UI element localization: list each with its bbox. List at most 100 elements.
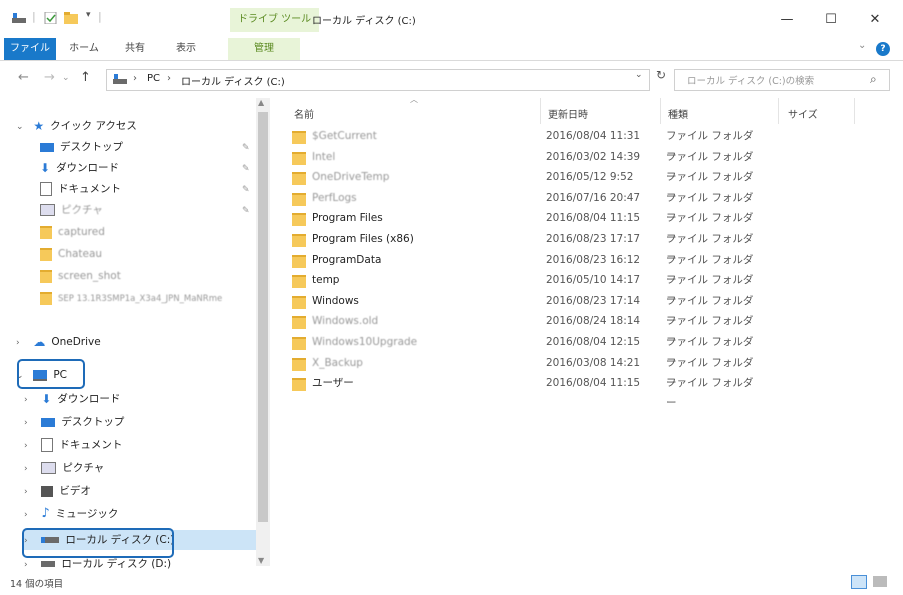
table-row[interactable]: X_Backup 2016/03/08 14:21 ファイル フォルダー <box>282 353 762 389</box>
search-placeholder: ローカル ディスク (C:)の検索 <box>687 76 815 87</box>
column-divider[interactable] <box>854 98 855 124</box>
search-icon[interactable]: ⌕ <box>870 72 877 87</box>
folder-icon <box>292 378 306 392</box>
nav-pc-videos[interactable]: › ビデオ <box>24 481 91 501</box>
column-header-type[interactable]: 種類 <box>668 106 688 121</box>
chevron-right-icon[interactable]: › <box>24 482 34 502</box>
nav-item-folder[interactable]: captured <box>40 222 105 242</box>
chevron-right-icon[interactable]: › <box>24 436 34 456</box>
breadcrumb-drive[interactable]: ローカル ディスク (C:) <box>181 73 285 88</box>
expand-ribbon-icon[interactable]: ⌄ <box>858 40 866 51</box>
details-view-icon[interactable] <box>851 575 867 589</box>
table-row[interactable]: Intel 2016/03/02 14:39 ファイル フォルダー <box>282 147 762 183</box>
minimize-button[interactable]: — <box>772 8 802 32</box>
table-row[interactable]: Windows10Upgrade 2016/08/04 12:15 ファイル フォル… <box>282 332 762 368</box>
scroll-up-icon[interactable]: ▲ <box>258 98 264 107</box>
nav-onedrive[interactable]: › ☁ OneDrive <box>16 332 101 352</box>
tab-file[interactable]: ファイル <box>4 38 56 60</box>
table-row[interactable]: PerfLogs 2016/07/16 20:47 ファイル フォルダー <box>282 188 762 224</box>
folder-icon <box>40 269 52 283</box>
tab-manage[interactable]: 管理 <box>228 38 300 60</box>
scroll-down-icon[interactable]: ▼ <box>258 556 264 565</box>
file-name: $GetCurrent <box>312 130 377 142</box>
video-icon <box>41 485 54 497</box>
chevron-right-icon[interactable]: › <box>24 390 34 410</box>
customize-toolbar-icon[interactable]: ▾ <box>86 10 91 20</box>
document-icon <box>40 182 52 196</box>
nav-pc-music[interactable]: › ♪ ミュージック <box>24 504 118 524</box>
recent-locations-icon[interactable]: ⌄ <box>62 73 70 83</box>
nav-label: captured <box>58 226 105 238</box>
address-dropdown-icon[interactable]: ⌄ <box>635 70 643 80</box>
maximize-button[interactable]: ☐ <box>816 8 846 32</box>
pin-icon[interactable]: ✎ <box>242 143 250 153</box>
file-date: 2016/05/12 9:52 <box>546 171 634 184</box>
column-header-name[interactable]: 名前 <box>294 106 314 121</box>
nav-pc-documents[interactable]: › ドキュメント <box>24 435 122 455</box>
table-row[interactable]: temp 2016/05/10 14:17 ファイル フォルダー <box>282 270 762 306</box>
pin-icon[interactable]: ✎ <box>242 164 250 174</box>
column-header-size[interactable]: サイズ <box>788 106 818 121</box>
nav-scrollbar-thumb[interactable] <box>258 112 268 522</box>
nav-quick-access[interactable]: ⌄ ★ クイック アクセス <box>16 116 137 136</box>
chevron-right-icon[interactable]: › <box>16 333 26 353</box>
tab-home[interactable]: ホーム <box>66 38 102 60</box>
column-header-date[interactable]: 更新日時 <box>548 106 588 121</box>
column-divider[interactable] <box>540 98 541 124</box>
table-row[interactable]: Program Files 2016/08/04 11:15 ファイル フォルダー <box>282 208 762 244</box>
nav-item-folder[interactable]: screen_shot <box>40 266 121 286</box>
tab-share[interactable]: 共有 <box>120 38 150 60</box>
chevron-right-icon[interactable]: › <box>24 459 34 479</box>
table-row[interactable]: Windows.old 2016/08/24 18:14 ファイル フォルダー <box>282 311 762 347</box>
table-row[interactable]: OneDriveTemp 2016/05/12 9:52 ファイル フォルダー <box>282 167 762 203</box>
chevron-right-icon[interactable]: › <box>24 413 34 433</box>
pin-icon[interactable]: ✎ <box>242 206 250 216</box>
nav-label: Chateau <box>58 248 103 260</box>
table-row[interactable]: ユーザー 2016/08/04 11:15 ファイル フォルダー <box>282 373 762 409</box>
nav-pc-downloads[interactable]: › ⬇ ダウンロード <box>24 389 120 409</box>
chevron-down-icon[interactable]: ⌄ <box>16 117 26 137</box>
file-date: 2016/08/24 18:14 <box>546 315 641 328</box>
chevron-right-icon[interactable]: › <box>24 505 34 525</box>
highlight-box-drive-c <box>22 528 174 558</box>
file-name: Windows <box>312 294 359 307</box>
nav-item-documents[interactable]: ドキュメント <box>40 179 121 199</box>
help-icon[interactable]: ? <box>876 42 890 56</box>
properties-icon[interactable] <box>44 12 58 24</box>
nav-pc-pictures[interactable]: › ピクチャ <box>24 458 104 478</box>
back-button[interactable]: ← <box>18 70 29 85</box>
nav-pc-desktop[interactable]: › デスクトップ <box>24 412 124 432</box>
forward-button[interactable]: → <box>44 70 55 85</box>
folder-icon <box>292 254 306 268</box>
nav-item-desktop[interactable]: デスクトップ <box>40 137 123 157</box>
address-bar[interactable]: › PC › ローカル ディスク (C:) <box>106 69 650 91</box>
nav-item-folder[interactable]: Chateau <box>40 244 102 264</box>
table-row[interactable]: Program Files (x86) 2016/08/23 17:17 ファイル … <box>282 229 762 265</box>
table-row[interactable]: $GetCurrent 2016/08/04 11:31 ファイル フォルダー <box>282 126 762 162</box>
large-icons-view-icon[interactable] <box>873 576 887 587</box>
close-button[interactable]: ✕ <box>860 8 890 32</box>
nav-item-folder[interactable]: SEP 13.1R3SMP1a_X3a4_JPN_MaNRme <box>40 288 222 308</box>
title-bar: | ▾ | ドライブ ツール ローカル ディスク (C:) — ☐ ✕ <box>0 0 903 38</box>
highlight-box-pc <box>17 359 85 389</box>
nav-item-pictures[interactable]: ピクチャ <box>40 200 103 220</box>
breadcrumb-pc[interactable]: PC <box>147 73 160 84</box>
breadcrumb-separator[interactable]: › <box>133 73 137 84</box>
breadcrumb-separator[interactable]: › <box>167 73 171 84</box>
column-divider[interactable] <box>778 98 779 124</box>
file-date: 2016/08/04 11:31 <box>546 130 641 142</box>
tab-view[interactable]: 表示 <box>168 38 204 60</box>
toolbar-divider: | <box>98 10 102 23</box>
nav-item-downloads[interactable]: ⬇ ダウンロード <box>40 158 119 178</box>
file-name: ユーザー <box>312 377 354 390</box>
table-row[interactable]: Windows 2016/08/23 17:14 ファイル フォルダー <box>282 291 762 327</box>
search-input[interactable]: ローカル ディスク (C:)の検索 ⌕ <box>674 69 890 91</box>
pin-icon[interactable]: ✎ <box>242 185 250 195</box>
up-button[interactable]: ↑ <box>80 70 91 85</box>
refresh-icon[interactable]: ↻ <box>656 68 666 82</box>
new-folder-icon[interactable] <box>64 12 78 24</box>
file-name: Windows.old <box>312 315 379 328</box>
column-divider[interactable] <box>660 98 661 124</box>
table-row[interactable]: ProgramData 2016/08/23 16:12 ファイル フォルダー <box>282 250 762 286</box>
sort-up-icon: ︿ <box>410 95 418 104</box>
